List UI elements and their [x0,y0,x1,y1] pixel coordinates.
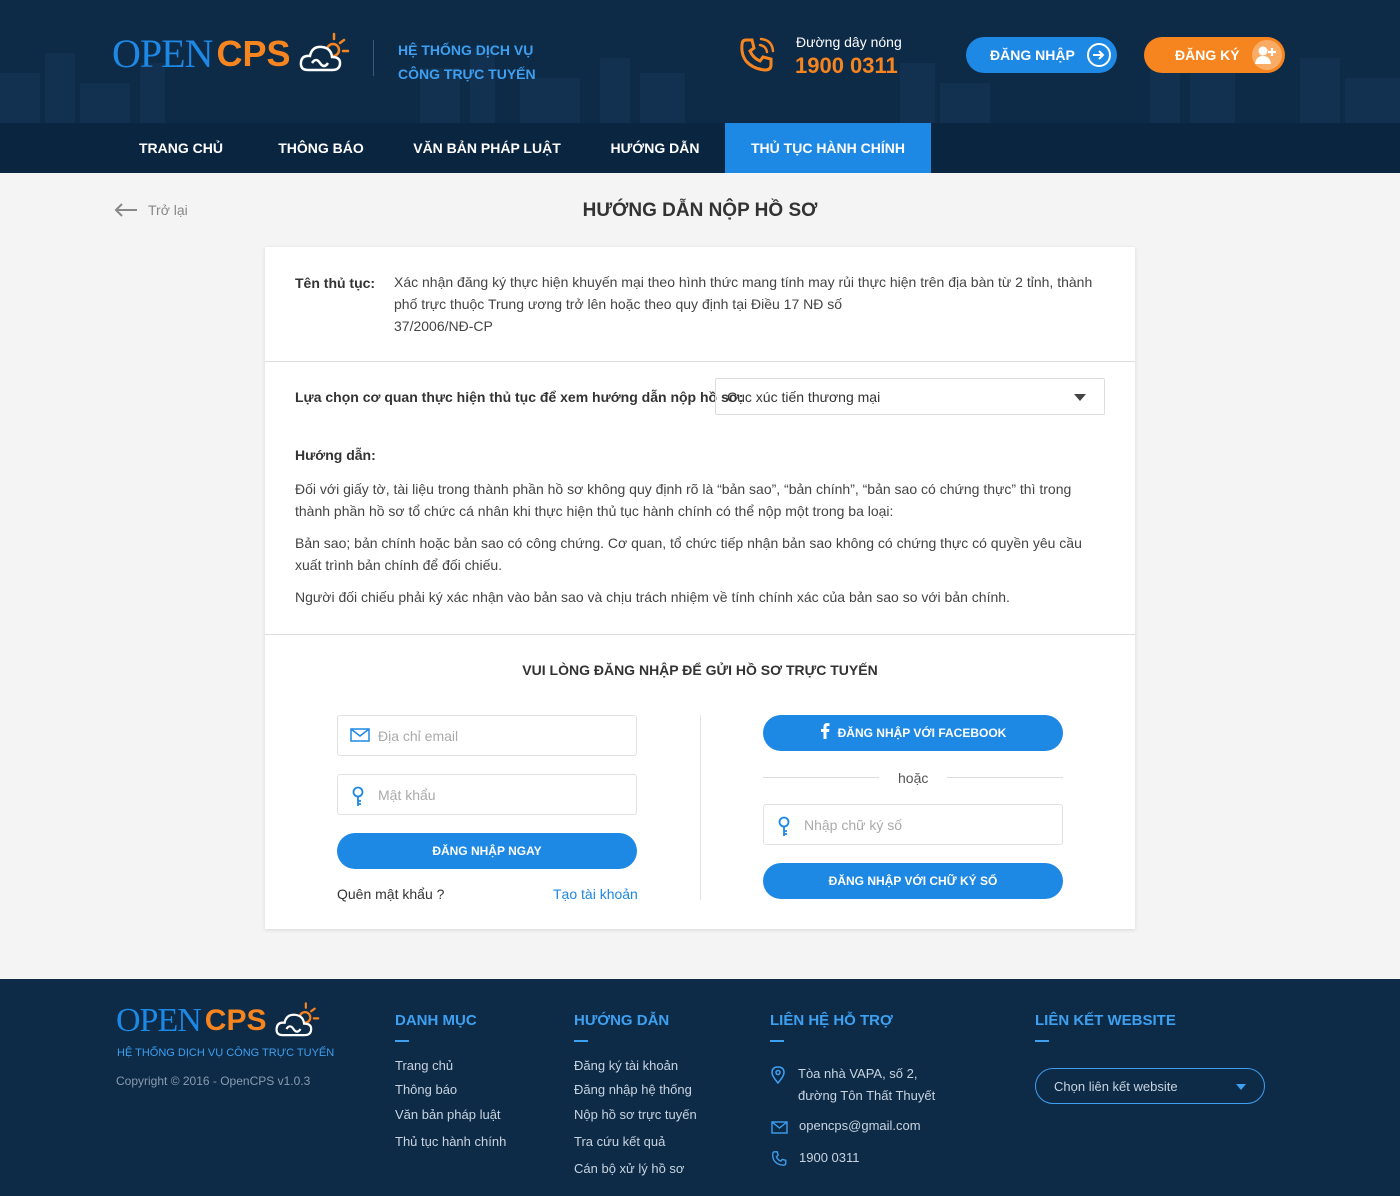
footer-address-line-1: Tòa nhà VAPA, số 2, [798,1066,918,1081]
hotline-label: Đường dây nóng [796,34,902,50]
facebook-login-button[interactable]: ĐĂNG NHẬP VỚI FACEBOOK [763,715,1063,751]
digital-signature-login-button[interactable]: ĐĂNG NHẬP VỚI CHỮ KÝ SỐ [763,863,1063,899]
site-logo[interactable]: OPEN CPS [112,30,350,77]
footer-logo[interactable]: OPEN CPS [116,1001,320,1041]
nav-item-huong-dan[interactable]: HƯỚNG DẪN [590,123,720,173]
footer-logo-cps-text: CPS [204,1004,267,1037]
agency-select[interactable]: Cục xúc tiến thương mại [715,378,1105,415]
footer-lien-he-title: LIÊN HỆ HỖ TRỢ [770,1012,893,1042]
nav-item-thong-bao[interactable]: THÔNG BÁO [254,123,388,173]
footer-link[interactable]: Tra cứu kết quả [574,1134,665,1149]
footer-link[interactable]: Trang chủ [395,1058,453,1073]
divider [265,634,1135,635]
guide-paragraph-1: Đối với giấy tờ, tài liệu trong thành ph… [295,478,1105,522]
agency-selected-value: Cục xúc tiến thương mại [727,389,881,405]
nav-item-van-ban-phap-luat[interactable]: VĂN BẢN PHÁP LUẬT [390,123,584,173]
digital-signature-placeholder: Nhập chữ ký số [804,817,903,833]
guide-paragraph-1-line-1: Đối với giấy tờ, tài liệu trong thành ph… [295,481,1072,497]
key-icon [778,816,790,836]
footer-logo-open-text: OPEN [116,1002,202,1039]
or-divider-right [947,777,1063,778]
footer-link[interactable]: Văn bản pháp luật [395,1107,501,1122]
footer-link[interactable]: Nộp hồ sơ trực tuyến [574,1107,697,1122]
tagline-line-1: HỆ THỐNG DỊCH VỤ [398,42,534,58]
divider [265,361,1135,362]
footer-link[interactable]: Thủ tục hành chính [395,1134,506,1149]
facebook-icon [820,723,830,739]
footer-huong-dan-title: HƯỚNG DẪN [574,1012,670,1042]
caret-down-icon [1074,394,1086,401]
key-icon [352,786,364,806]
footer-link[interactable]: Đăng nhập hệ thống [574,1082,692,1097]
site-header: OPEN CPS HỆ THỐNG DỊCH VỤ CÔNG TRỰC TUYẾ… [0,0,1400,123]
header-login-label: ĐĂNG NHẬP [990,47,1075,63]
header-register-label: ĐĂNG KÝ [1175,47,1240,63]
footer-link[interactable]: Đăng ký tài khoản [574,1058,678,1073]
guide-paragraph-3: Người đối chiếu phải ký xác nhận vào bản… [295,589,1010,605]
footer-email[interactable]: opencps@gmail.com [799,1115,921,1137]
facebook-login-label: ĐĂNG NHẬP VỚI FACEBOOK [837,726,1007,740]
logo-open-text: OPEN [112,31,213,76]
guide-paragraph-2-line-1: Bản sao; bản chính hoặc bản sao có công … [295,535,1082,551]
procedure-name-line-1: Xác nhận đăng ký thực hiện khuyến mại th… [394,274,1093,290]
caret-down-icon [1236,1084,1246,1090]
cloud-sun-logo-icon [300,32,350,71]
agency-select-label: Lựa chọn cơ quan thực hiện thủ tục để xe… [295,389,744,405]
footer-lien-ket-title: LIÊN KẾT WEBSITE [1035,1012,1176,1042]
header-register-button[interactable]: ĐĂNG KÝ [1144,37,1285,73]
password-placeholder: Mật khẩu [378,787,436,803]
procedure-name: Xác nhận đăng ký thực hiện khuyến mại th… [394,271,1104,337]
footer-address: Tòa nhà VAPA, số 2, đường Tôn Thất Thuyế… [798,1063,935,1107]
site-tagline: HỆ THỐNG DỊCH VỤ CÔNG TRỰC TUYẾN [398,38,536,86]
phone-icon [772,1151,787,1166]
digital-signature-input[interactable]: Nhập chữ ký số [763,804,1063,845]
logo-cps-text: CPS [216,32,291,74]
logo-divider [373,40,374,76]
guide-paragraph-2: Bản sao; bản chính hoặc bản sao có công … [295,532,1105,576]
website-link-select-value: Chọn liên kết website [1054,1079,1178,1094]
nav-item-thu-tuc-hanh-chinh[interactable]: THỦ TỤC HÀNH CHÍNH [725,123,931,173]
main-nav: TRANG CHỦ THÔNG BÁO VĂN BẢN PHÁP LUẬT HƯ… [0,123,1400,173]
nav-item-trang-chu[interactable]: TRANG CHỦ [114,123,248,173]
email-input[interactable]: Địa chỉ email [337,715,637,756]
sign-in-icon [1087,43,1111,67]
copyright: Copyright © 2016 - OpenCPS v1.0.3 [116,1074,311,1088]
footer-address-line-2: đường Tôn Thất Thuyết [798,1088,936,1103]
page-title: HƯỚNG DẪN NỘP HỒ SƠ [582,200,818,221]
tagline-line-2: CÔNG TRỰC TUYẾN [398,66,536,82]
website-link-select[interactable]: Chọn liên kết website [1035,1068,1265,1104]
or-divider-left [763,777,879,778]
guide-paragraph-2-line-2: xuất trình bản chính để đối chiếu. [295,557,503,573]
map-pin-icon [771,1066,785,1084]
site-footer: OPEN CPS HỆ THỐNG DỊCH VỤ CÔNG TRỰC TUYẾ… [0,979,1400,1196]
guide-paragraph-1-line-2: thành phần hồ sơ tổ chức cá nhân khi thự… [295,503,894,519]
procedure-label: Tên thủ tục: [295,275,376,291]
footer-subtitle: HỆ THỐNG DỊCH VỤ CÔNG TRỰC TUYẾN [117,1047,335,1059]
email-placeholder: Địa chỉ email [378,728,459,744]
forgot-password-link[interactable]: Quên mật khẩu ? [337,886,444,902]
footer-link[interactable]: Thông báo [395,1082,457,1097]
phone-icon [740,37,775,72]
guide-title: Hướng dẫn: [295,447,376,463]
footer-link[interactable]: Cán bộ xử lý hồ sơ [574,1161,684,1176]
cloud-sun-logo-icon [275,1002,320,1037]
add-user-icon [1255,46,1276,64]
envelope-icon [350,728,370,742]
hotline-number: 1900 0311 [795,53,898,78]
guide-card: Tên thủ tục: Xác nhận đăng ký thực hiện … [265,247,1135,929]
column-divider [700,715,701,900]
login-now-button[interactable]: ĐĂNG NHẬP NGAY [337,833,637,869]
login-section-title: VUI LÒNG ĐĂNG NHẬP ĐỂ GỬI HỒ SƠ TRỰC TUY… [522,662,878,678]
footer-danh-muc-title: DANH MỤC [395,1012,477,1042]
footer-phone: 1900 0311 [799,1150,860,1165]
header-login-button[interactable]: ĐĂNG NHẬP [966,37,1117,73]
envelope-icon [771,1121,788,1134]
password-input[interactable]: Mật khẩu [337,774,637,815]
procedure-name-line-2: phố trực thuộc Trung ương trở lên hoặc t… [394,296,843,312]
or-text: hoặc [898,770,929,786]
procedure-name-line-3: 37/2006/NĐ-CP [394,318,493,334]
create-account-link[interactable]: Tạo tài khoản [553,886,638,902]
